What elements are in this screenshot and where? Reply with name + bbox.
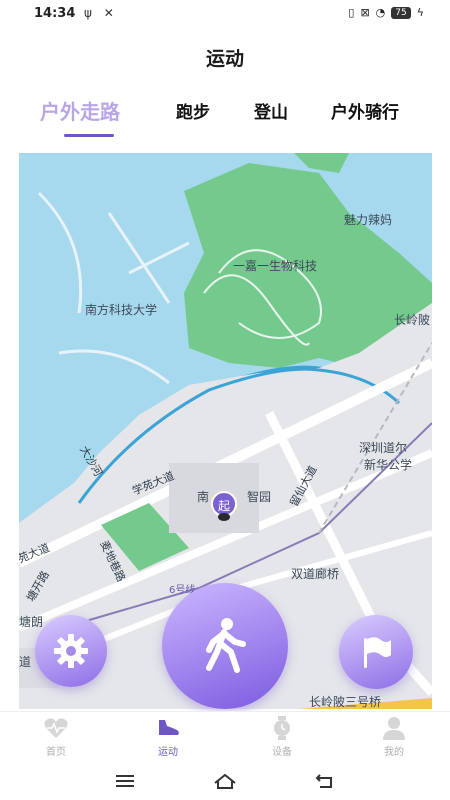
location-pin-icon	[218, 513, 230, 521]
status-time: 14:34	[34, 6, 76, 21]
settings-button[interactable]	[35, 615, 107, 687]
bottom-nav: 首页 运动 设备 我的	[0, 711, 450, 763]
map-label-nan: 南	[197, 490, 210, 504]
nav-item-mine[interactable]: 我的	[364, 716, 424, 758]
flag-icon	[364, 637, 391, 668]
nav-item-device[interactable]: 设备	[252, 716, 312, 758]
nav-label-device: 设备	[272, 747, 292, 758]
map-label-dao: 道	[19, 655, 32, 669]
map-label-changling-bridge: 长岭陂三号桥	[309, 695, 382, 709]
home-icon[interactable]	[213, 771, 237, 791]
start-walk-button[interactable]	[162, 583, 288, 709]
person-icon	[383, 717, 405, 740]
vibrate-icon: ▯	[348, 6, 355, 19]
map-label-zhiyuan: 智园	[247, 490, 272, 504]
active-tab-indicator	[64, 134, 114, 137]
map-label-shenzhen-road: 深圳道尔	[359, 441, 408, 455]
status-bar: 14:34 ψ ✕ ▯ ⊠ ◔ 75 ϟ	[0, 0, 450, 30]
walking-person-icon	[206, 618, 246, 673]
flag-button[interactable]	[339, 615, 413, 689]
nav-label-mine: 我的	[384, 747, 404, 758]
sim-icon: ⊠	[360, 6, 370, 19]
heart-pulse-icon	[44, 718, 68, 738]
back-icon[interactable]	[314, 771, 336, 791]
battery-icon: 75	[391, 6, 411, 19]
nav-item-home[interactable]: 首页	[26, 716, 86, 758]
notification-icons: ψ ✕	[84, 6, 118, 20]
page-title: 运动	[205, 48, 244, 70]
nav-item-sport[interactable]: 运动	[138, 716, 198, 758]
shoe-icon	[159, 720, 179, 735]
map-label-biotech: 一嘉一生物科技	[233, 259, 318, 273]
gear-icon	[54, 634, 88, 668]
map-label-charm: 魅力辣妈	[344, 213, 393, 227]
tab-running[interactable]: 跑步	[176, 98, 210, 123]
status-right-icons: ▯ ⊠ ◔ 75 ϟ	[348, 6, 424, 19]
map-label-tang: 塘朗	[19, 615, 44, 629]
tab-hiking[interactable]: 登山	[254, 98, 288, 123]
map-label-shuangdao: 双道廊桥	[291, 567, 340, 581]
nav-label-home: 首页	[46, 747, 66, 758]
map-label-xinhua: 新华公学	[364, 458, 413, 472]
wifi-icon: ◔	[375, 6, 386, 19]
menu-icon[interactable]	[114, 771, 136, 791]
tab-outdoor-cycling[interactable]: 户外骑行	[331, 98, 399, 123]
map-label-changling: 长岭陂	[394, 313, 431, 327]
charging-icon: ϟ	[416, 6, 424, 19]
system-nav-bar	[0, 763, 450, 800]
map-label-sustech: 南方科技大学	[85, 303, 158, 317]
nav-label-sport: 运动	[158, 747, 178, 758]
watch-icon	[274, 716, 290, 740]
tab-outdoor-walk[interactable]: 户外走路	[40, 96, 120, 125]
